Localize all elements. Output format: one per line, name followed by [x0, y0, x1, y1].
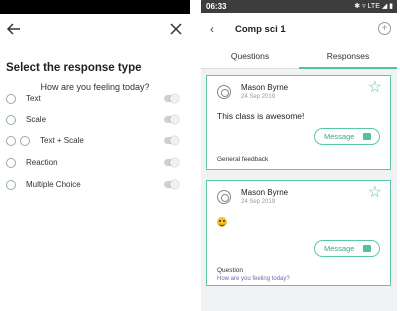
option-scale[interactable]: Scale [0, 111, 190, 129]
option-label: Text [26, 94, 41, 103]
author-name: Mason Byrne [241, 83, 289, 92]
response-category: General feedback [217, 156, 269, 163]
star-icon[interactable]: ☆ [368, 80, 382, 96]
page-title: Select the response type [6, 62, 142, 74]
reaction-type-icon [6, 158, 16, 168]
scale-type-icon [6, 115, 16, 125]
option-text[interactable]: Text [0, 90, 190, 108]
option-toggle[interactable] [164, 115, 179, 124]
smiley-reaction-icon [217, 217, 227, 227]
text-type-icon [6, 94, 16, 104]
add-icon[interactable]: + [378, 22, 391, 35]
response-date: 24 Sep 2019 [241, 94, 276, 100]
option-multiple-choice[interactable]: Multiple Choice [0, 176, 190, 194]
option-label: Reaction [26, 158, 58, 167]
response-card: Mason Byrne 24 Sep 2019 ☆ This class is … [206, 75, 391, 170]
response-text: This class is awesome! [217, 111, 305, 121]
back-chevron-icon[interactable]: ‹ [210, 22, 214, 36]
status-icons: ✱ ▿ LTE ◢ ▮ [354, 3, 393, 10]
status-time: 06:33 [206, 2, 227, 11]
response-card: Mason Byrne 24 Sep 2019 ☆ Message Questi… [206, 180, 391, 286]
tab-bar: Questions Responses [201, 45, 397, 69]
option-text-scale[interactable]: Text + Scale [0, 132, 190, 150]
responses-screen: 06:33 ✱ ▿ LTE ◢ ▮ ‹ Comp sci 1 + Questio… [201, 0, 397, 311]
message-button[interactable]: Message [314, 128, 380, 145]
star-icon[interactable]: ☆ [368, 185, 382, 201]
avatar [217, 190, 231, 204]
chat-icon [363, 133, 371, 140]
question-link[interactable]: How are you feeling today? [217, 276, 290, 282]
tab-questions[interactable]: Questions [201, 45, 299, 69]
option-toggle[interactable] [164, 158, 179, 167]
option-toggle[interactable] [164, 94, 179, 103]
close-icon[interactable] [168, 21, 184, 37]
option-label: Text + Scale [40, 136, 84, 145]
chat-icon [363, 245, 371, 252]
status-bar: 06:33 ✱ ▿ LTE ◢ ▮ [201, 0, 397, 13]
option-toggle[interactable] [164, 180, 179, 189]
option-label: Scale [26, 115, 47, 124]
scale-type-icon [20, 136, 30, 146]
message-button-label: Message [324, 244, 355, 253]
check-circle-icon [6, 180, 16, 190]
back-arrow-icon[interactable] [6, 21, 22, 37]
text-type-icon [6, 136, 16, 146]
message-button[interactable]: Message [314, 240, 380, 257]
response-type-screen: Select the response type How are you fee… [0, 0, 190, 311]
avatar [217, 85, 231, 99]
response-date: 24 Sep 2019 [241, 199, 276, 205]
app-header: ‹ Comp sci 1 + [201, 13, 397, 45]
author-name: Mason Byrne [241, 188, 289, 197]
message-button-label: Message [324, 132, 355, 141]
option-reaction[interactable]: Reaction [0, 154, 190, 172]
response-category: Question [217, 267, 244, 274]
course-title: Comp sci 1 [235, 24, 286, 35]
option-toggle[interactable] [164, 136, 179, 145]
top-bar [0, 14, 190, 44]
tab-responses[interactable]: Responses [299, 45, 397, 69]
option-label: Multiple Choice [26, 180, 81, 189]
status-bar [0, 0, 190, 14]
